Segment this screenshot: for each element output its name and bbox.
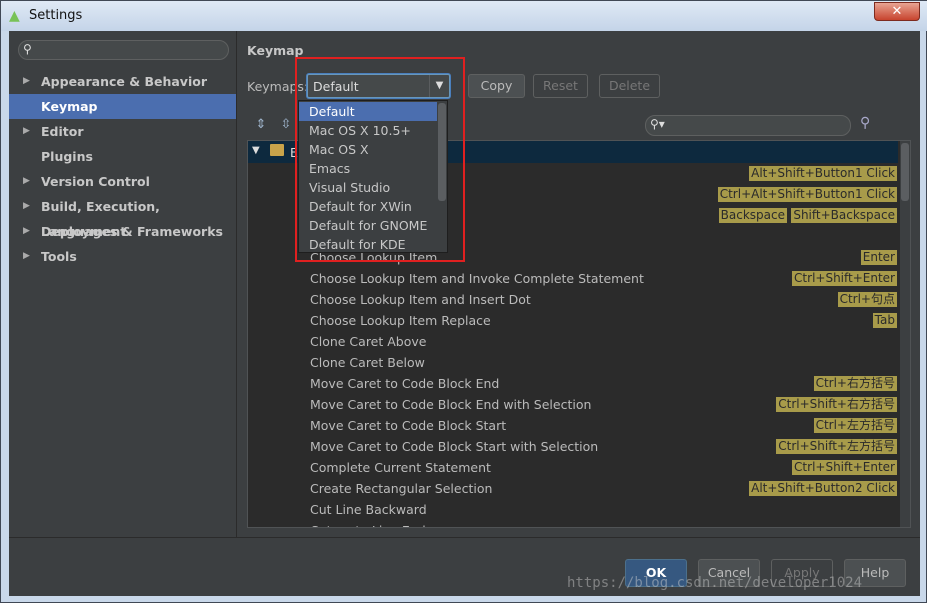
scroll-thumb[interactable] [901, 143, 909, 201]
sidebar-item-label: Keymap [41, 99, 98, 114]
action-row[interactable]: Clone Caret Above [310, 331, 426, 352]
close-button[interactable]: ✕ [874, 2, 920, 21]
expand-arrow-icon[interactable]: ▶ [23, 119, 30, 144]
action-row[interactable]: Complete Current Statement [310, 457, 491, 478]
action-row[interactable]: Choose Lookup Item Replace [310, 310, 491, 331]
sidebar-item[interactable]: ▶ Languages & Frameworks [9, 219, 236, 244]
shortcut-badge: Alt+Shift+Button1 Click [749, 166, 897, 181]
settings-window: ▲ Settings ✕ ⚲ ▶ Appearance & Behavior Key… [0, 0, 927, 603]
sidebar-item-label: Plugins [41, 149, 93, 164]
expand-arrow-icon[interactable]: ▶ [23, 244, 30, 269]
sidebar-item-label: Tools [41, 249, 77, 264]
shortcut-badge: Alt+Shift+Button2 Click [749, 481, 897, 496]
action-row[interactable]: Clone Caret Below [310, 352, 425, 373]
action-filter-input[interactable]: ⚲▾ [645, 115, 851, 136]
folder-icon [270, 144, 284, 156]
expand-all-icon[interactable]: ⇕ [253, 117, 269, 133]
shortcut-badge: Shift+Backspace [791, 208, 897, 223]
window-title: Settings [29, 8, 83, 23]
expand-arrow-icon[interactable]: ▶ [23, 69, 30, 94]
action-row[interactable]: Cut Line Backward [310, 499, 427, 520]
search-icon: ⚲ [23, 42, 32, 56]
action-row[interactable]: Move Caret to Code Block End [310, 373, 499, 394]
shortcut-badge: Enter [860, 250, 897, 265]
shortcut-badge: Tab [872, 313, 897, 328]
search-icon: ⚲▾ [650, 117, 665, 131]
page-title: Keymap [247, 43, 304, 58]
watermark: https://blog.csdn.net/developer1024 [567, 575, 863, 591]
expand-arrow-icon[interactable]: ▶ [23, 194, 30, 219]
sidebar-item[interactable]: Plugins [9, 144, 236, 169]
sidebar-item[interactable]: ▶ Appearance & Behavior [9, 69, 236, 94]
sidebar-item[interactable]: ▶ Tools [9, 244, 236, 269]
shortcut-badge: Backspace [718, 208, 787, 223]
shortcut-badge: Ctrl+Shift+左方括号 [776, 439, 897, 454]
shortcut-badge: Ctrl+句点 [837, 292, 897, 307]
delete-button[interactable]: Delete [599, 74, 660, 98]
shortcut-badge: Ctrl+右方括号 [813, 376, 897, 391]
action-row[interactable]: Create Rectangular Selection [310, 478, 492, 499]
action-row[interactable]: Choose Lookup Item and Invoke Complete S… [310, 268, 644, 289]
tree-scrollbar[interactable] [900, 141, 910, 527]
sidebar-item[interactable]: ▶ Version Control [9, 169, 236, 194]
sidebar-item-label: Version Control [41, 174, 150, 189]
find-shortcut-icon[interactable]: ⚲ [860, 115, 870, 131]
sidebar-item[interactable]: ▶ Build, Execution, Deployment [9, 194, 236, 239]
sidebar: ⚲ ▶ Appearance & Behavior Keymap ▶ Editor Plu… [9, 31, 236, 537]
expand-arrow-icon[interactable]: ▼ [252, 145, 260, 156]
shortcut-badge: Ctrl+左方括号 [813, 418, 897, 433]
title-bar[interactable]: ▲ Settings ✕ [1, 1, 927, 31]
collapse-all-icon[interactable]: ⇳ [278, 117, 294, 133]
annotation-highlight-box [295, 57, 465, 262]
shortcut-badge: Ctrl+Shift+Enter [792, 460, 897, 475]
action-row[interactable]: Choose Lookup Item and Insert Dot [310, 289, 531, 310]
shortcut-badge: Ctrl+Shift+Enter [792, 271, 897, 286]
sidebar-item-label: Appearance & Behavior [41, 74, 207, 89]
action-row[interactable]: Move Caret to Code Block End with Select… [310, 394, 591, 415]
action-row[interactable]: Move Caret to Code Block Start [310, 415, 506, 436]
sidebar-item[interactable]: ▶ Editor [9, 119, 236, 144]
shortcut-badge: Ctrl+Alt+Shift+Button1 Click [717, 187, 897, 202]
copy-button[interactable]: Copy [468, 74, 525, 98]
sidebar-item-label: Editor [41, 124, 84, 139]
action-row[interactable]: Cut up to Line End [310, 520, 426, 527]
sidebar-item[interactable]: Keymap [9, 94, 236, 119]
reset-button[interactable]: Reset [533, 74, 588, 98]
expand-arrow-icon[interactable]: ▶ [23, 219, 30, 244]
action-row[interactable]: Move Caret to Code Block Start with Sele… [310, 436, 598, 457]
shortcut-badge: Ctrl+Shift+右方括号 [776, 397, 897, 412]
expand-arrow-icon[interactable]: ▶ [23, 169, 30, 194]
sidebar-item-label: Languages & Frameworks [41, 224, 223, 239]
android-studio-icon: ▲ [9, 8, 20, 24]
settings-search-input[interactable]: ⚲ [18, 40, 229, 60]
